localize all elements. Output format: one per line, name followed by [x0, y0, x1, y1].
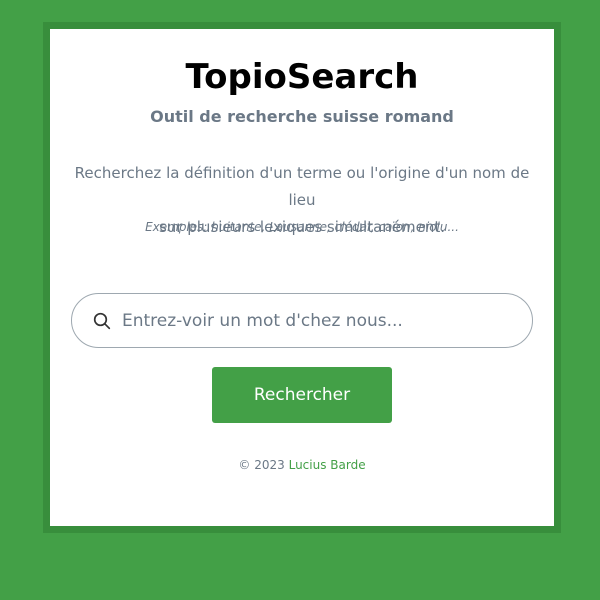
copyright-text: © 2023: [238, 458, 285, 472]
search-box[interactable]: [71, 293, 533, 348]
examples-text: Exemples: huitante, Lausanne, clédar, ca…: [145, 220, 459, 234]
footer: © 2023 Lucius Barde: [50, 457, 554, 473]
search-button[interactable]: Rechercher: [212, 367, 392, 423]
search-card: TopioSearch Outil de recherche suisse ro…: [50, 29, 554, 526]
search-input[interactable]: [122, 306, 512, 336]
app-subtitle: Outil de recherche suisse romand: [150, 107, 454, 126]
intro-line-1: Recherchez la définition d'un terme ou l…: [74, 164, 530, 209]
search-icon: [93, 312, 111, 330]
author-link[interactable]: Lucius Barde: [289, 458, 366, 472]
app-title: TopioSearch: [185, 57, 419, 97]
